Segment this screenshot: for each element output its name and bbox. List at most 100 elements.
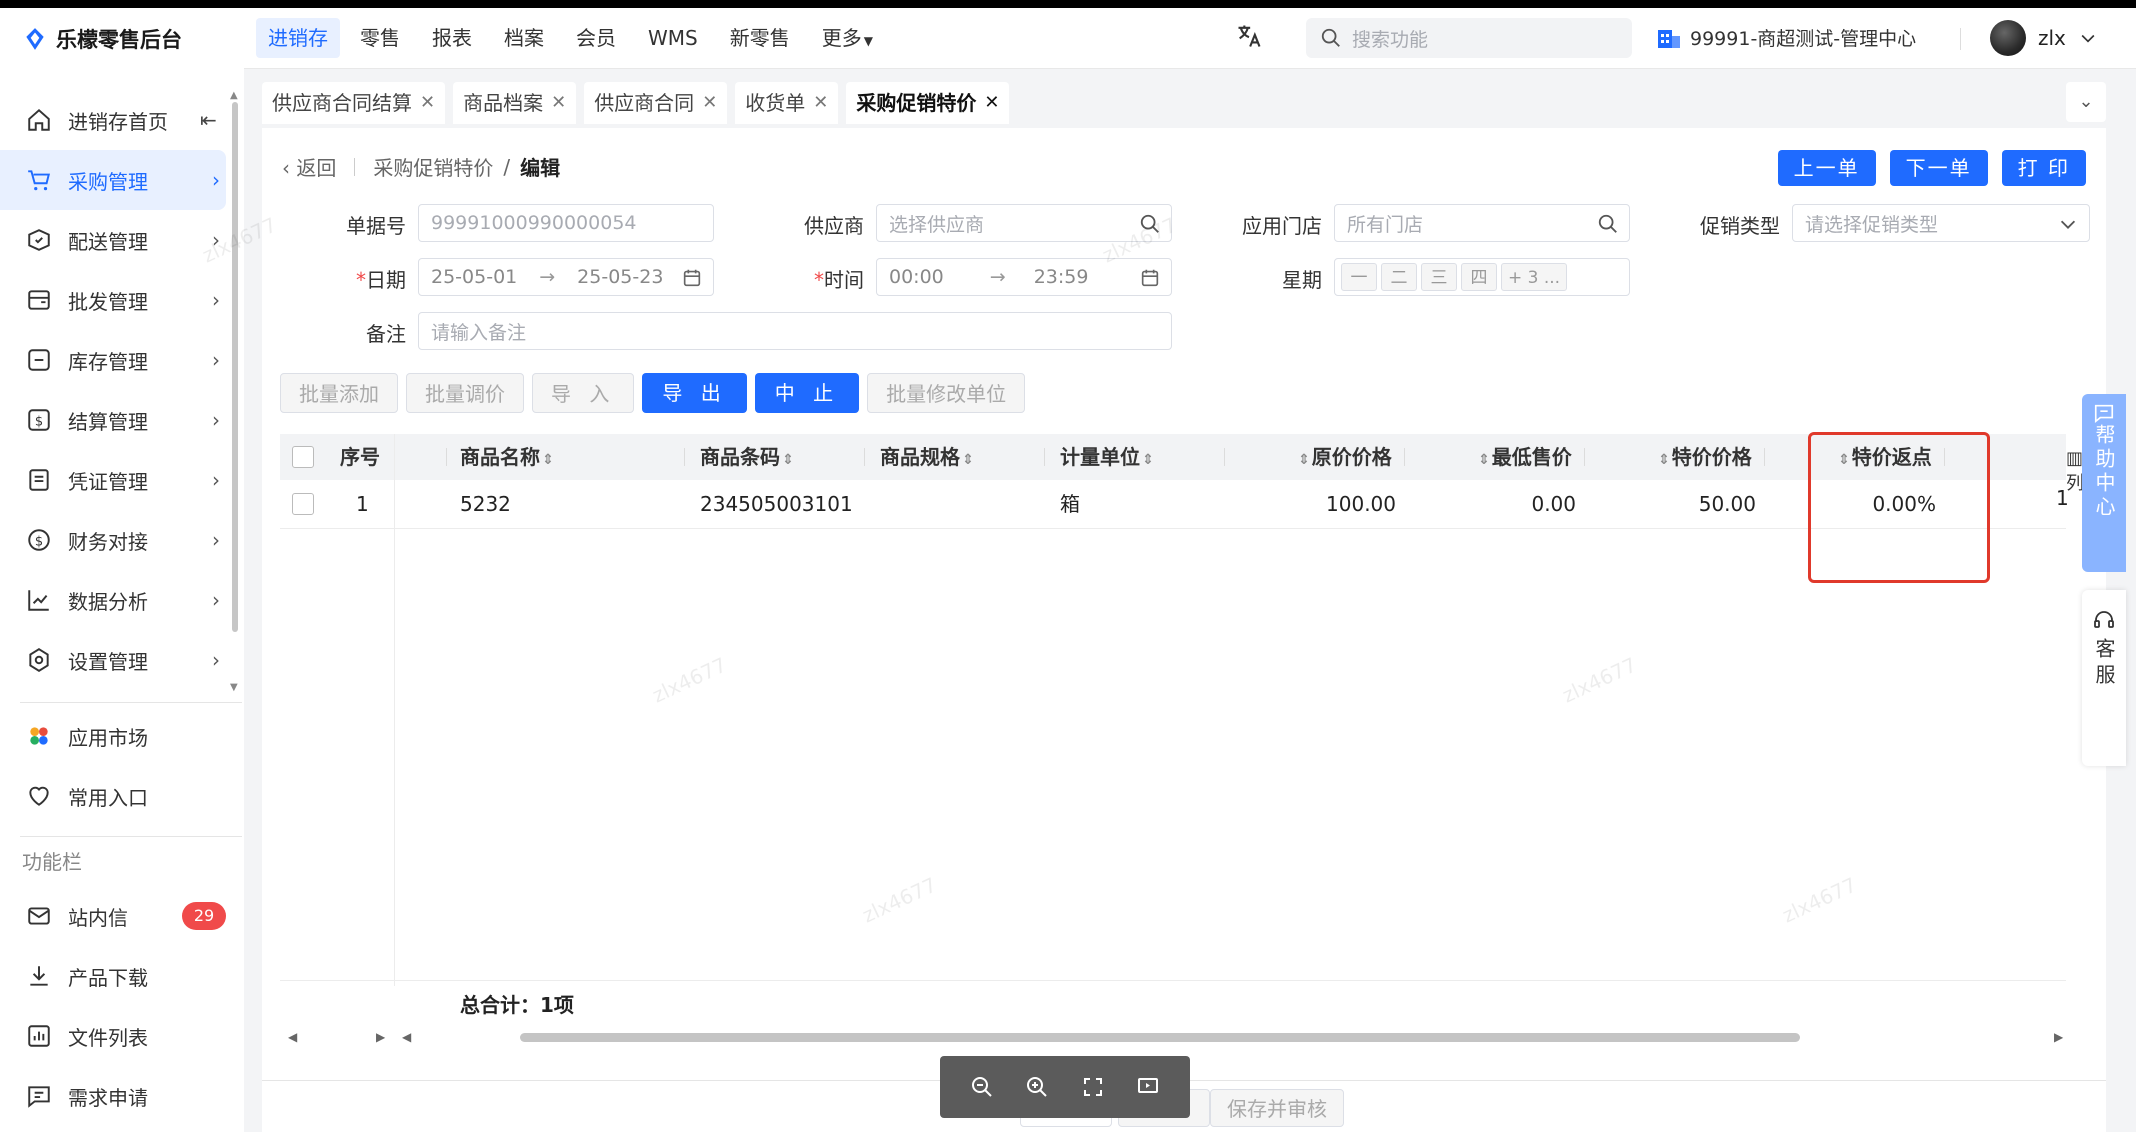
weekday-select[interactable]: 一 二 三 四 + 3 ... [1334,258,1630,296]
fullscreen-icon[interactable] [1081,1075,1105,1099]
tab-purchase-promo-price[interactable]: 采购促销特价 ✕ [846,82,1010,124]
scroll-left-icon[interactable]: ◀ [288,1030,297,1044]
tabs-dropdown-icon[interactable]: ⌄ [2066,82,2106,122]
col-header-orig-price[interactable]: ⇕ 原价价格 [1296,434,1392,480]
close-icon[interactable]: ✕ [813,82,828,124]
sidebar-item-download[interactable]: 产品下载 [0,946,230,1006]
translate-icon[interactable] [1234,22,1264,52]
sidebar-item-file-list[interactable]: 文件列表 [0,1006,230,1066]
close-icon[interactable]: ✕ [702,82,717,124]
sidebar-item-stock[interactable]: 库存管理 › [0,330,230,390]
col-header-unit[interactable]: 计量单位 ⇕ [1060,434,1156,480]
col-header-spec[interactable]: 商品规格 ⇕ [880,434,976,480]
scroll-up-icon[interactable]: ▲ [230,90,238,101]
tab-product-archive[interactable]: 商品档案 ✕ [453,82,577,124]
date-from: 25-05-01 [431,266,518,288]
zoom-in-icon[interactable] [1025,1075,1049,1099]
table-hscrollbar[interactable]: ◀ ▶ ◀ ▶ [280,1030,2066,1044]
nav-item-inventory[interactable]: 进销存 [256,18,340,58]
customer-service-tab[interactable]: 客服 [2082,590,2126,766]
sidebar-item-settlement[interactable]: $ 结算管理 › [0,390,230,450]
prev-doc-button[interactable]: 上一单 [1777,150,1876,186]
sidebar-scrollbar[interactable]: ▲ ▼ [230,90,240,694]
present-icon[interactable] [1136,1075,1160,1099]
back-link[interactable]: ‹ 返回 [282,152,336,181]
time-range-picker[interactable]: 00:00 → 23:59 [876,258,1172,296]
col-header-special-price[interactable]: ⇕ 特价价格 [1656,434,1752,480]
sidebar-item-app-market[interactable]: 应用市场 [0,706,230,766]
app-logo[interactable]: 乐檬零售后台 [22,24,182,54]
weekday-tag[interactable]: 四 [1461,263,1497,291]
breadcrumb-parent[interactable]: 采购促销特价 [373,152,493,181]
help-center-tab[interactable]: 帮助中心 [2082,394,2126,572]
nav-more-label: 更多 [821,26,862,50]
sidebar-item-inbox[interactable]: 站内信 29 [0,886,244,946]
nav-item-member[interactable]: 会员 [564,18,628,58]
import-button[interactable]: 导 入 [532,373,635,413]
sidebar-item-analytics[interactable]: 数据分析 › [0,570,230,630]
col-header-name[interactable]: 商品名称 ⇕ [460,434,556,480]
nav-item-new-retail[interactable]: 新零售 [718,18,802,58]
weekday-tag[interactable]: 一 [1341,263,1377,291]
weekday-tag[interactable]: 三 [1421,263,1457,291]
sidebar-item-inventory-home[interactable]: 进销存首页 ⇤ [0,90,230,150]
close-icon[interactable]: ✕ [420,82,435,124]
scroll-left-icon[interactable]: ◀ [402,1030,411,1044]
select-all-checkbox[interactable] [292,446,314,468]
collapse-sidebar-icon[interactable]: ⇤ [200,108,217,132]
sidebar-item-finance[interactable]: $ 财务对接 › [0,510,230,570]
export-button[interactable]: 导 出 [642,373,747,413]
sidebar-item-distribution[interactable]: 配送管理 › [0,210,230,270]
scrollbar-thumb[interactable] [232,102,238,632]
col-header-barcode[interactable]: 商品条码 ⇕ [700,434,796,480]
nav-item-retail[interactable]: 零售 [348,18,412,58]
sidebar-item-wholesale[interactable]: 批发管理 › [0,270,230,330]
batch-adjust-price-button[interactable]: 批量调价 [406,373,524,413]
tab-supplier-contract-settlement[interactable]: 供应商合同结算 ✕ [262,82,446,124]
close-icon[interactable]: ✕ [551,82,566,124]
chevron-right-icon: › [212,348,220,372]
rebate-column-highlight [1808,432,1990,583]
date-range-picker[interactable]: 25-05-01 → 25-05-23 [418,258,714,296]
zoom-out-icon[interactable] [970,1075,994,1099]
promo-type-select[interactable]: 请选择促销类型 [1792,204,2090,242]
scroll-right-icon[interactable]: ▶ [2054,1030,2063,1044]
save-and-audit-button[interactable]: 保存并审核 [1210,1089,1344,1127]
supplier-select[interactable]: 选择供应商 [876,204,1172,242]
scroll-down-icon[interactable]: ▼ [230,682,238,693]
app-title: 乐檬零售后台 [56,28,182,52]
divider [1960,28,1961,50]
sidebar-item-settings[interactable]: 设置管理 › [0,630,230,690]
nav-item-archive[interactable]: 档案 [492,18,556,58]
next-doc-button[interactable]: 下一单 [1889,150,1988,186]
doc-no-field[interactable]: 99991000990000054 [418,204,714,242]
batch-edit-unit-button[interactable]: 批量修改单位 [867,373,1026,413]
search-box[interactable]: 搜索功能 [1306,18,1632,58]
cell-special-price[interactable]: 50.00 [1656,480,1756,528]
weekday-tag[interactable]: 二 [1381,263,1417,291]
home-icon [28,108,50,131]
table-row[interactable]: 1 5232 234505003101 箱 100.00 0.00 50.00 … [280,480,2066,529]
nav-item-reports[interactable]: 报表 [420,18,484,58]
sidebar-item-common-entry[interactable]: 常用入口 [0,766,230,826]
sidebar-item-voucher[interactable]: 凭证管理 › [0,450,230,510]
scrollbar-thumb[interactable] [520,1033,1800,1042]
batch-add-button[interactable]: 批量添加 [280,373,398,413]
close-icon[interactable]: ✕ [984,82,999,124]
tab-receipt[interactable]: 收货单 ✕ [735,82,839,124]
row-checkbox[interactable] [292,493,314,515]
store-selector[interactable]: 99991-商超测试-管理中心 [1656,24,1916,51]
print-button[interactable]: 打 印 [2001,150,2086,186]
nav-item-more[interactable]: 更多 ▼ [810,18,885,58]
nav-item-wms[interactable]: WMS [636,18,710,58]
scroll-right-icon[interactable]: ▶ [376,1030,385,1044]
tab-supplier-contract[interactable]: 供应商合同 ✕ [584,82,728,124]
col-header-min-price[interactable]: ⇕ 最低售价 [1476,434,1572,480]
store-select[interactable]: 所有门店 [1334,204,1630,242]
user-menu[interactable]: zlx [1990,20,2098,56]
weekday-more-tag[interactable]: + 3 ... [1501,263,1568,291]
sidebar-item-request[interactable]: 需求申请 [0,1066,230,1126]
remark-input[interactable]: 请输入备注 [418,312,1172,350]
sidebar-item-purchase[interactable]: 采购管理 › [0,150,226,210]
terminate-button[interactable]: 中 止 [754,373,860,413]
